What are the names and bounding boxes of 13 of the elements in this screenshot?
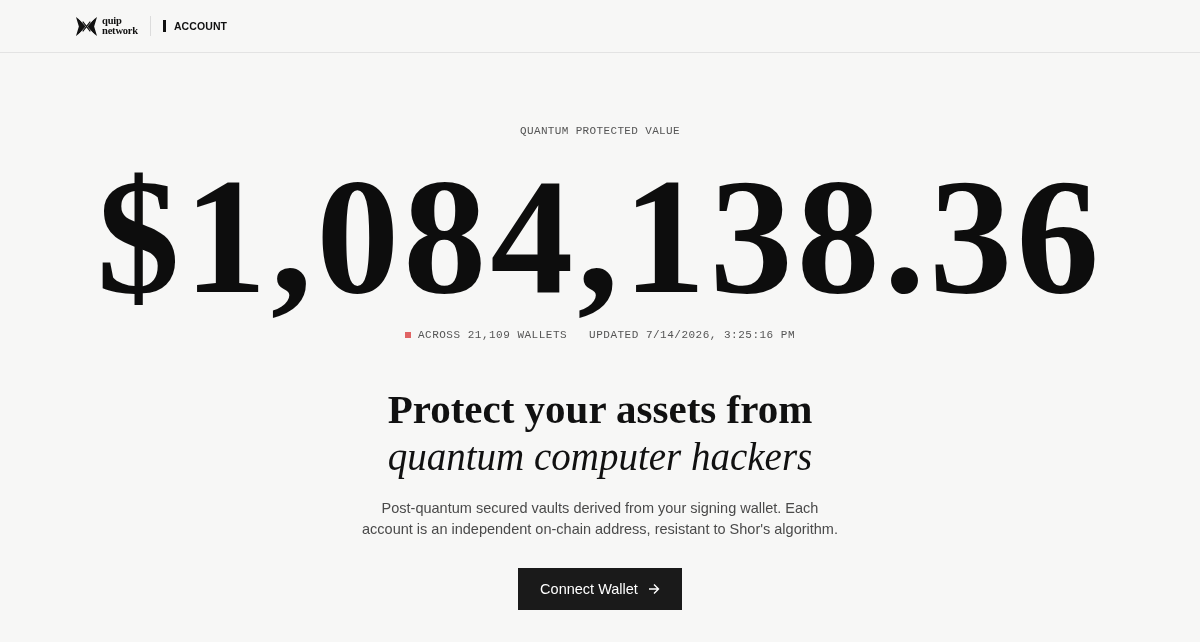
section-marker-icon (162, 20, 166, 32)
logo-icon[interactable] (75, 15, 98, 37)
section-title: ACCOUNT (173, 20, 228, 32)
logo-wordmark[interactable]: quip network (102, 16, 138, 36)
description: Post-quantum secured vaults derived from your signing wallet. Each account is an independent on-chain address, resistant to Shor's algorithm. (362, 498, 838, 539)
value-label: QUANTUM PROTECTED VALUE (520, 125, 680, 138)
total-value: $1,084,138.36 (95, 145, 1105, 328)
updated-time: UPDATED 7/14/2026, 3:25:16 PM (589, 327, 796, 342)
connect-wallet-button[interactable]: Connect Wallet (518, 567, 682, 610)
wallet-count: ACROSS 21,109 WALLETS (417, 327, 568, 342)
headline-italic: quantum computer hackers (387, 433, 813, 480)
headline: Protect your assets from (387, 385, 813, 433)
arrow-right-icon (647, 582, 660, 595)
